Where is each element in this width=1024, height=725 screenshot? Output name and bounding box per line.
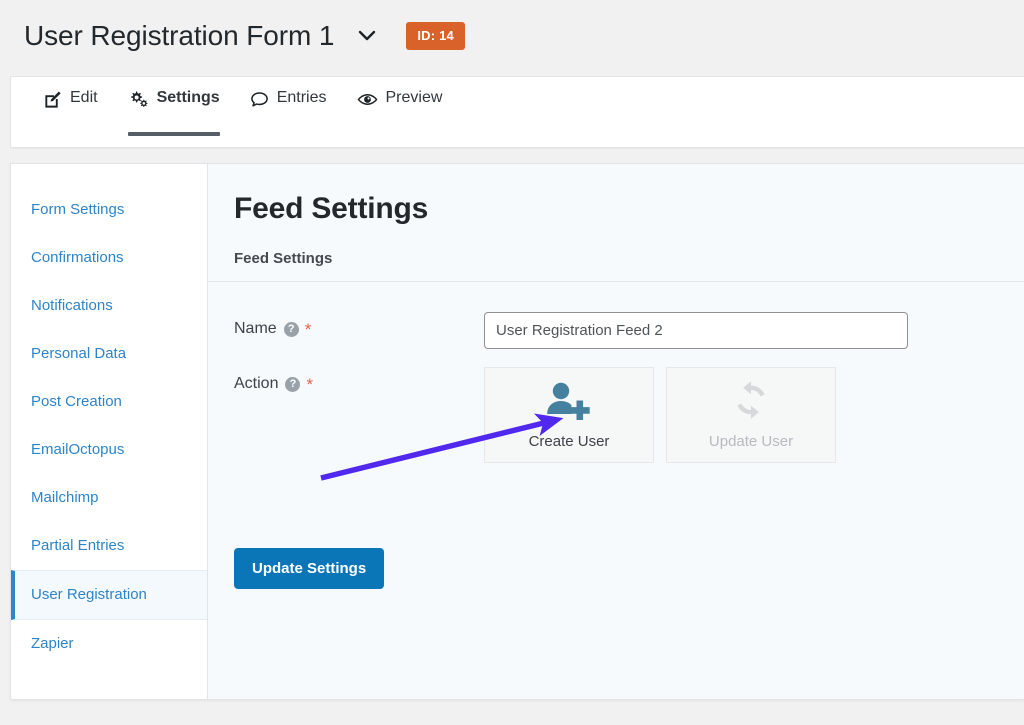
gears-icon	[128, 89, 149, 109]
action-field-label: Action ? *	[234, 367, 484, 393]
action-choice-create-user-label: Create User	[529, 433, 610, 450]
tab-settings-label: Settings	[157, 90, 220, 108]
sidebar-item-emailoctopus[interactable]: EmailOctopus	[11, 426, 207, 474]
user-add-icon	[544, 380, 594, 425]
action-choice-create-user[interactable]: Create User	[484, 367, 654, 463]
tab-preview-label: Preview	[386, 90, 443, 108]
sidebar-item-user-registration[interactable]: User Registration	[11, 570, 207, 620]
tab-preview[interactable]: Preview	[357, 77, 443, 147]
settings-content: Feed Settings Feed Settings Name ? * Act…	[208, 164, 1024, 699]
update-settings-button[interactable]: Update Settings	[234, 548, 384, 589]
action-choice-update-user[interactable]: Update User	[666, 367, 836, 463]
page-title: Feed Settings	[234, 192, 1024, 226]
sidebar-item-zapier[interactable]: Zapier	[11, 620, 207, 668]
field-row-name: Name ? *	[234, 312, 1024, 349]
field-row-action: Action ? * Create User	[234, 367, 1024, 463]
section-divider	[208, 281, 1024, 282]
tab-settings[interactable]: Settings	[128, 77, 220, 147]
tab-entries[interactable]: Entries	[250, 77, 327, 147]
name-field-label: Name ? *	[234, 312, 484, 338]
page-header: User Registration Form 1 ID: 14	[0, 0, 1024, 72]
edit-pencil-icon	[43, 90, 62, 109]
action-choice-update-user-label: Update User	[709, 433, 793, 450]
sidebar-item-partial-entries[interactable]: Partial Entries	[11, 522, 207, 570]
sidebar-item-mailchimp[interactable]: Mailchimp	[11, 474, 207, 522]
form-title: User Registration Form 1	[24, 20, 334, 52]
help-circle-icon[interactable]: ?	[285, 377, 300, 392]
form-id-badge: ID: 14	[406, 22, 465, 50]
chevron-down-icon[interactable]	[356, 25, 378, 47]
eye-icon	[357, 90, 378, 109]
sidebar-item-form-settings[interactable]: Form Settings	[11, 186, 207, 234]
settings-sidebar: Form Settings Confirmations Notification…	[11, 164, 208, 699]
help-circle-icon[interactable]: ?	[284, 322, 299, 337]
name-input[interactable]	[484, 312, 908, 349]
sidebar-item-personal-data[interactable]: Personal Data	[11, 330, 207, 378]
action-label-text: Action	[234, 375, 278, 393]
tab-edit[interactable]: Edit	[43, 77, 98, 147]
sync-refresh-icon	[729, 380, 773, 425]
action-choice-group: Create User Update User	[484, 367, 848, 463]
required-marker: *	[306, 376, 313, 393]
tab-edit-label: Edit	[70, 90, 98, 108]
name-label-text: Name	[234, 320, 277, 338]
sidebar-item-post-creation[interactable]: Post Creation	[11, 378, 207, 426]
sidebar-item-notifications[interactable]: Notifications	[11, 282, 207, 330]
required-marker: *	[305, 321, 312, 338]
settings-panel: Form Settings Confirmations Notification…	[10, 163, 1024, 700]
tab-bar: Edit Settings	[10, 76, 1024, 148]
tab-entries-label: Entries	[277, 90, 327, 108]
sidebar-item-confirmations[interactable]: Confirmations	[11, 234, 207, 282]
section-title: Feed Settings	[234, 250, 1024, 267]
speech-bubble-icon	[250, 90, 269, 109]
